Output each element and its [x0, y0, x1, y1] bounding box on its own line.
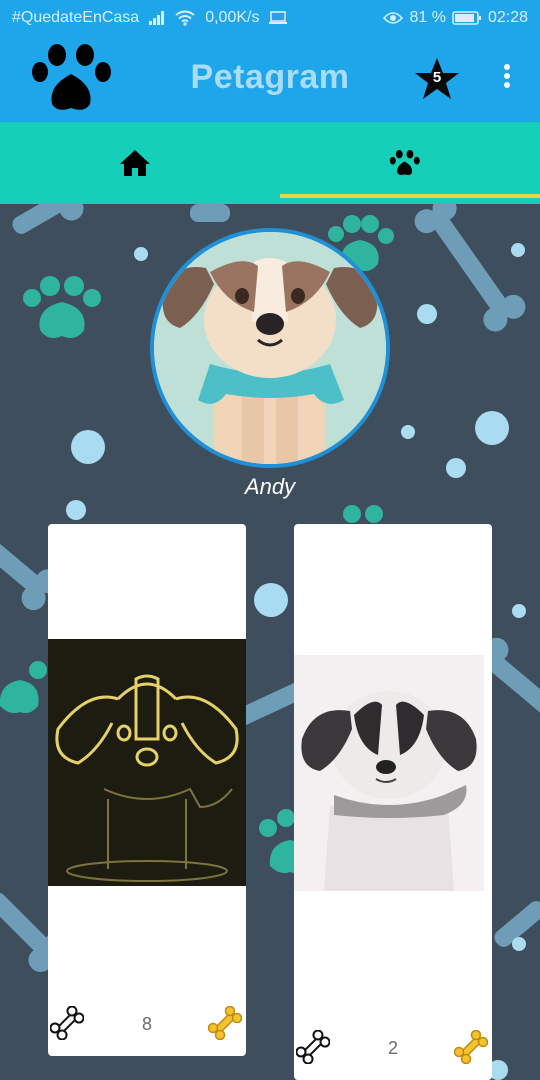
dog-avatar-image [154, 232, 386, 464]
signal-icon [149, 11, 165, 25]
paw-icon [389, 150, 420, 176]
favorites-count: 5 [432, 69, 442, 86]
pet-photo [48, 639, 246, 886]
favorites-button[interactable]: 5 [413, 56, 461, 102]
tab-home[interactable] [0, 122, 270, 204]
pet-card-footer: 2 [294, 1029, 492, 1070]
clock-time: 02:28 [487, 9, 528, 26]
battery-percent: 81 % [409, 9, 446, 26]
home-icon [120, 150, 150, 176]
status-bar: #QuedateEnCasa 0,00K/s 81 % 02:28 [0, 0, 540, 36]
tab-profile[interactable] [270, 122, 540, 204]
profile-content: Andy 8 2 [0, 204, 540, 1080]
eye-icon [383, 11, 404, 25]
screen-cast-icon [269, 11, 288, 25]
overflow-menu-button[interactable] [496, 64, 518, 94]
overflow-menu-icon [496, 64, 518, 88]
pet-card-footer: 8 [48, 1005, 246, 1046]
carrier-text: #QuedateEnCasa [12, 9, 140, 26]
tab-bar [0, 122, 540, 204]
golden-bone-icon[interactable] [453, 1029, 489, 1065]
golden-bone-icon[interactable] [207, 1005, 243, 1041]
network-speed: 0,00K/s [205, 9, 260, 26]
profile-avatar[interactable] [150, 228, 390, 468]
wifi-icon [175, 10, 195, 26]
pet-photo [294, 655, 484, 891]
app-bar: Petagram 5 [0, 36, 540, 122]
pet-card[interactable]: 8 [48, 524, 246, 1056]
profile-name: Andy [244, 474, 296, 499]
pet-card[interactable]: 2 [294, 524, 492, 1080]
battery-icon [452, 10, 482, 26]
tab-indicator [280, 194, 540, 198]
